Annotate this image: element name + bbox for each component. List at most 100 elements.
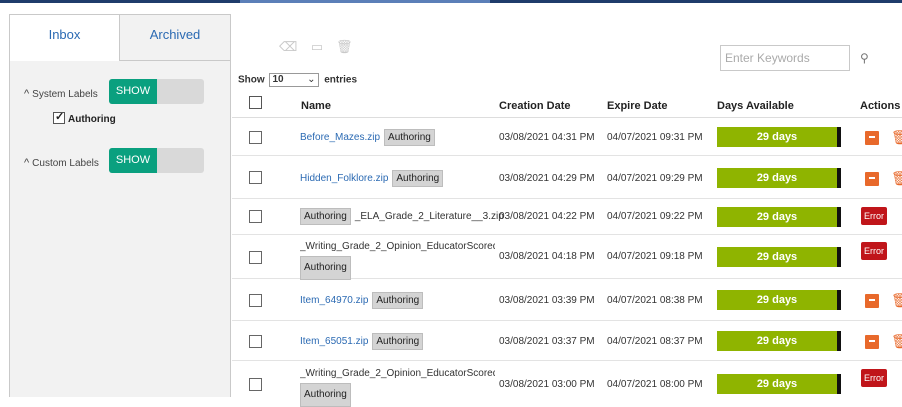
error-button[interactable]: Error [861,242,887,260]
custom-labels-toggle[interactable]: SHOW [109,148,204,173]
file-name: _Writing_Grade_2_Opinion_EducatorScored_… [300,241,495,252]
trash-icon[interactable]: 🗑 [891,334,902,349]
file-name-cell: Authoring _ELA_Grade_2_Literature__3.zip [300,208,504,225]
label-filter-authoring[interactable]: Authoring [53,110,116,125]
days-available-bar: 29 days [717,168,841,188]
page-size-value: 10 [272,74,284,85]
error-button[interactable]: Error [861,207,887,225]
label-tag: Authoring [372,333,424,350]
file-link[interactable]: Hidden_Folklore.zip [300,173,388,184]
archive-icon[interactable] [865,294,879,308]
label-tag: Authoring [300,256,351,280]
chevron-up-icon: ^ [24,157,30,169]
select-all-checkbox[interactable] [249,96,262,109]
table-row: Hidden_Folklore.zip Authoring 03/08/2021 … [232,156,902,199]
tab-inbox[interactable]: Inbox [10,15,120,61]
main-panel: ⌫ ▭ 🗑 Enter Keywords ⚲ Show 10 ⌄ entries … [232,3,902,407]
entries-label: entries [324,74,358,86]
toggle-show: SHOW [109,79,157,104]
archive-icon[interactable] [865,335,879,349]
days-available-bar: 29 days [717,331,841,351]
creation-date: 03/08/2021 04:31 PM [499,132,595,143]
trash-icon[interactable]: 🗑 [891,293,902,308]
file-name-cell: _Writing_Grade_2_Opinion_EducatorScored_… [300,238,495,280]
chevron-up-icon: ^ [24,88,30,100]
file-name-cell: Before_Mazes.zip Authoring [300,129,435,146]
table-row: Before_Mazes.zip Authoring 03/08/2021 04:… [232,118,902,156]
label-tag: Authoring [300,208,351,225]
days-available-bar: 29 days [717,207,841,227]
file-link[interactable]: Before_Mazes.zip [300,132,380,143]
archive-icon[interactable] [865,172,879,186]
system-labels-toggle[interactable]: SHOW [109,79,204,104]
col-days-available[interactable]: Days Available [717,100,794,112]
days-available-bar: 29 days [717,247,841,267]
system-labels-header[interactable]: ^ System Labels [24,88,98,100]
creation-date: 03/08/2021 03:37 PM [499,336,595,347]
chevron-down-icon: ⌄ [307,74,316,85]
trash-icon[interactable]: 🗑 [891,171,902,186]
authoring-checkbox[interactable] [53,110,65,124]
days-available-bar: 29 days [717,127,841,147]
creation-date: 03/08/2021 04:22 PM [499,211,595,222]
col-expire-date[interactable]: Expire Date [607,100,668,112]
custom-labels-label: Custom Labels [32,158,99,169]
tab-archived[interactable]: Archived [120,15,230,61]
custom-labels-header[interactable]: ^ Custom Labels [24,157,99,169]
archive-icon[interactable]: ▭ [309,39,325,55]
days-available-bar: 29 days [717,374,841,394]
trash-icon[interactable]: 🗑 [336,39,353,55]
file-link[interactable]: Item_65051.zip [300,336,368,347]
error-button[interactable]: Error [861,369,887,387]
label-tag: Authoring [384,129,435,146]
creation-date: 03/08/2021 04:29 PM [499,173,595,184]
row-checkbox[interactable] [249,294,262,307]
expire-date: 04/07/2021 09:18 PM [607,251,703,262]
authoring-label: Authoring [68,114,116,125]
table-row: _Writing_Grade_2_Opinion_EducatorScored_… [232,361,902,407]
table-row: Item_64970.zip Authoring 03/08/2021 03:39… [232,279,902,321]
row-checkbox[interactable] [249,131,262,144]
row-checkbox[interactable] [249,171,262,184]
file-name-cell: Item_65051.zip Authoring [300,333,424,350]
creation-date: 03/08/2021 03:00 PM [499,379,595,390]
row-checkbox[interactable] [249,378,262,391]
table-row: Item_65051.zip Authoring 03/08/2021 03:37… [232,321,902,361]
show-label: Show [238,74,265,86]
expire-date: 04/07/2021 08:00 PM [607,379,703,390]
row-checkbox[interactable] [249,335,262,348]
creation-date: 03/08/2021 04:18 PM [499,251,595,262]
col-actions: Actions [860,100,901,112]
file-name-cell: Hidden_Folklore.zip Authoring [300,170,444,187]
table-row: Authoring _ELA_Grade_2_Literature__3.zip … [232,199,902,235]
archive-icon[interactable] [865,131,879,145]
col-name[interactable]: Name [301,100,331,112]
col-creation-date[interactable]: Creation Date [499,100,571,112]
system-labels-label: System Labels [32,89,98,100]
file-name-cell: Item_64970.zip Authoring [300,292,424,309]
row-checkbox[interactable] [249,210,262,223]
search-icon[interactable]: ⚲ [860,51,869,65]
sidebar: Inbox Archived ^System Labels SHOW Autho… [9,14,231,397]
expire-date: 04/07/2021 09:29 PM [607,173,703,184]
file-name: _Writing_Grade_2_Opinion_EducatorScored_… [300,368,495,379]
file-link[interactable]: Item_64970.zip [300,295,368,306]
label-tag: Authoring [300,383,351,407]
file-name: _ELA_Grade_2_Literature__3.zip [354,211,504,222]
table-row: _Writing_Grade_2_Opinion_EducatorScored_… [232,235,902,280]
page-size-select[interactable]: 10 ⌄ [269,73,320,87]
label-tag: Authoring [392,170,444,187]
sidebar-tabs: Inbox Archived [10,15,230,61]
toggle-show: SHOW [109,148,157,173]
clear-icon[interactable]: ⌫ [279,39,297,55]
expire-date: 04/07/2021 08:38 PM [607,295,703,306]
days-available-bar: 29 days [717,290,841,310]
creation-date: 03/08/2021 03:39 PM [499,295,595,306]
show-entries: Show 10 ⌄ entries [238,73,357,87]
label-tag: Authoring [372,292,424,309]
file-name-cell: _Writing_Grade_2_Opinion_EducatorScored_… [300,365,495,407]
trash-icon[interactable]: 🗑 [891,130,902,145]
search-input[interactable]: Enter Keywords [720,45,850,71]
row-checkbox[interactable] [249,251,262,264]
expire-date: 04/07/2021 08:37 PM [607,336,703,347]
